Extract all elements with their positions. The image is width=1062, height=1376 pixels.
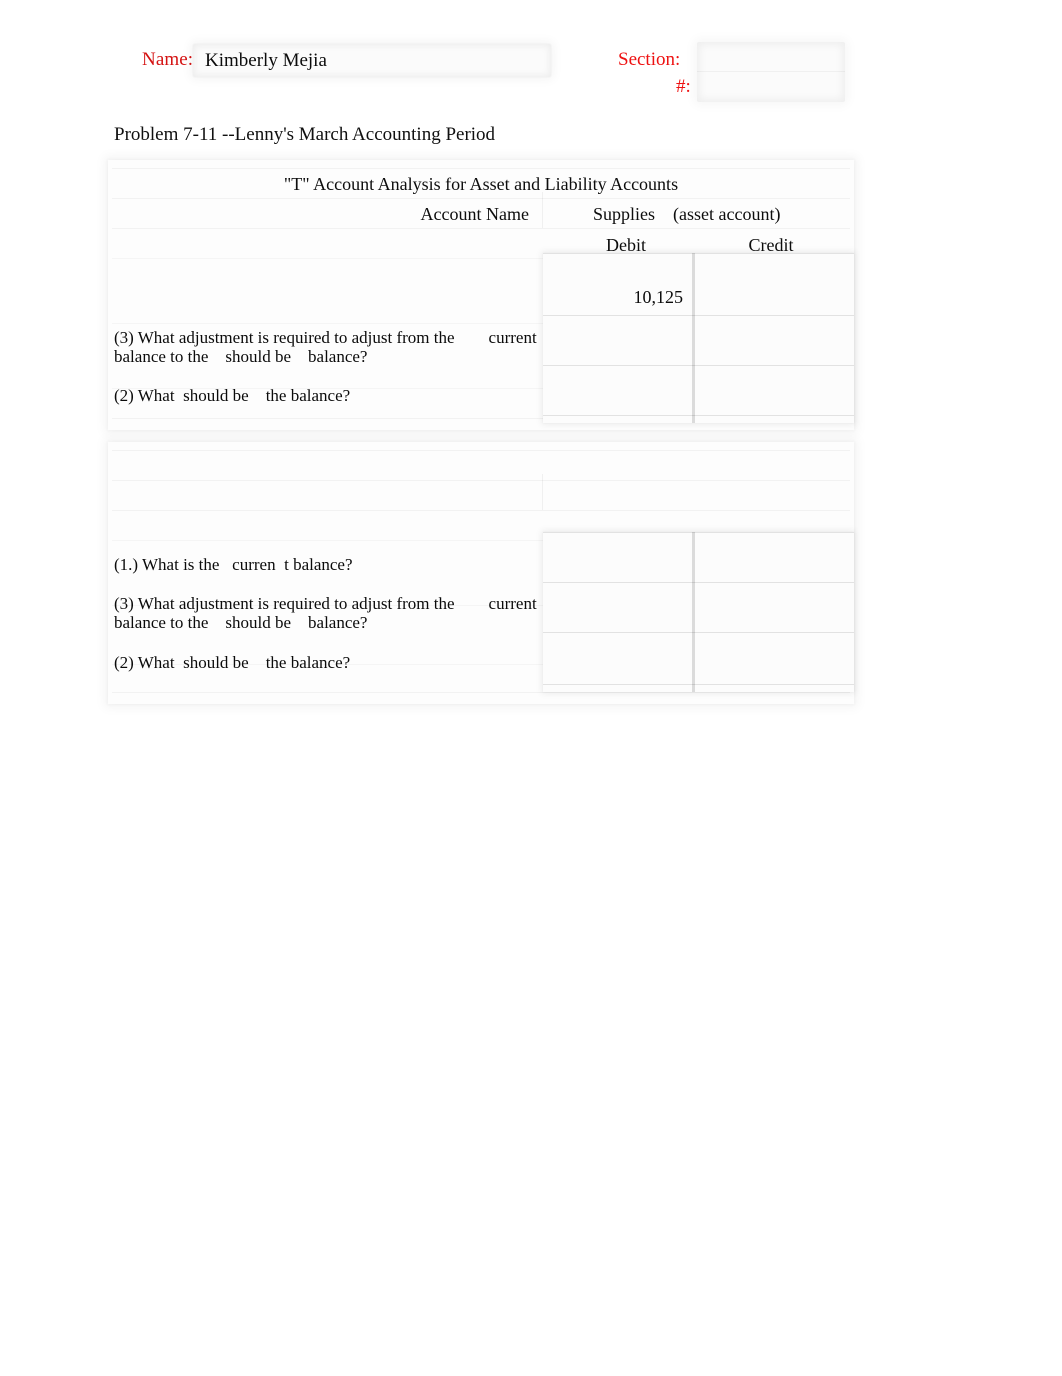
ledger-grid-2[interactable]	[543, 532, 854, 692]
question-2: (2) What should be the balance?	[114, 653, 351, 672]
section-input-group[interactable]	[697, 42, 845, 102]
question-3: (3) What adjustment is required to adjus…	[114, 594, 537, 632]
t-account-divider	[692, 253, 695, 423]
ledger-rule	[543, 253, 854, 254]
ledger-rule	[543, 415, 854, 416]
ledger-rule	[543, 365, 854, 366]
ledger-rule	[543, 315, 854, 316]
ledger-rule	[543, 632, 854, 633]
question-3: (3) What adjustment is required to adjus…	[114, 328, 537, 366]
name-label: Name:	[142, 49, 194, 70]
t-account-block-2: (1.) What is the curren t balance? (3) W…	[108, 442, 854, 704]
section-divider	[697, 71, 845, 72]
ledger-rule	[543, 532, 854, 533]
account-name-value[interactable]: Supplies	[593, 204, 655, 225]
name-input[interactable]: Kimberly Mejia	[193, 44, 551, 77]
question-1: (1.) What is the curren t balance?	[114, 555, 353, 574]
block-heading: "T" Account Analysis for Asset and Liabi…	[283, 174, 679, 194]
worksheet-page: Name: Kimberly Mejia Section: #: Problem…	[0, 0, 1062, 1376]
account-name-label: Account Name	[420, 204, 529, 224]
student-header: Name: Kimberly Mejia Section: #:	[0, 18, 1062, 102]
t-account-block-1: "T" Account Analysis for Asset and Liabi…	[108, 160, 854, 430]
t-account-divider	[692, 532, 695, 692]
name-value: Kimberly Mejia	[205, 50, 327, 71]
number-label: #:	[676, 76, 691, 97]
question-2: (2) What should be the balance?	[114, 386, 351, 405]
ledger-grid-1[interactable]: 10,125	[543, 253, 854, 423]
account-type-label: (asset account)	[673, 204, 781, 224]
ledger-rule	[543, 582, 854, 583]
section-label: Section:	[618, 49, 681, 70]
page-title: Problem 7-11 --Lenny's March Accounting …	[114, 124, 496, 145]
ledger-cell-debit[interactable]: 10,125	[543, 287, 684, 308]
ledger-rule	[543, 684, 854, 685]
